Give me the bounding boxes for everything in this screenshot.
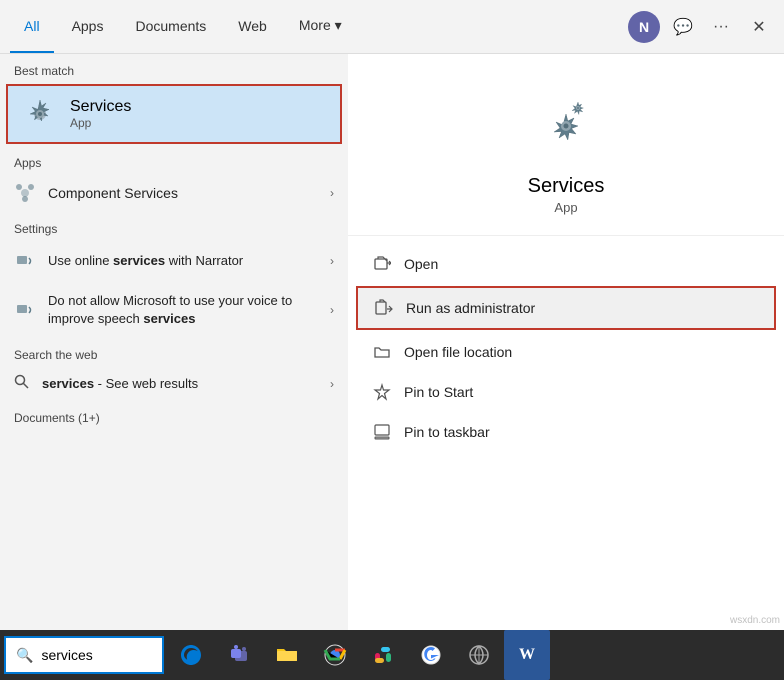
right-app-title: Services [528,175,605,198]
right-panel: Services App Open [348,54,784,630]
services-app-icon [22,96,58,132]
pin-to-start-label: Pin to Start [404,384,473,400]
settings-label: Settings [0,212,348,240]
open-file-location-action[interactable]: Open file location [348,332,784,372]
narrator-label: Use online services with Narrator [48,252,318,270]
tab-all[interactable]: All [10,0,54,53]
close-icon[interactable]: ✕ [744,12,774,42]
best-match-text: Services App [70,98,131,130]
speech-services-item[interactable]: Do not allow Microsoft to use your voice… [0,282,348,338]
slack-icon[interactable] [360,630,406,680]
open-file-location-icon [372,342,392,362]
narrator-icon [14,250,36,272]
right-app-subtitle: App [554,200,577,215]
taskbar: 🔍 W [0,630,784,680]
word-icon[interactable]: W [504,630,550,680]
open-icon [372,254,392,274]
apps-label: Apps [0,146,348,174]
component-services-icon [14,182,36,204]
pin-to-start-action[interactable]: Pin to Start [348,372,784,412]
taskbar-search-icon: 🔍 [16,647,33,664]
open-file-location-label: Open file location [404,344,512,360]
nav-icons: N 💬 ··· ✕ [628,11,774,43]
taskbar-search-box[interactable]: 🔍 [4,636,164,674]
tab-documents[interactable]: Documents [121,0,220,53]
search-web-query: services - See web results [42,376,198,391]
top-nav: All Apps Documents Web More ▾ N 💬 ··· ✕ [0,0,784,54]
run-as-admin-label: Run as administrator [406,300,535,316]
taskbar-search-input[interactable] [41,647,152,663]
edge-icon[interactable] [168,630,214,680]
component-services-chevron: › [330,186,334,200]
pin-to-taskbar-action[interactable]: Pin to taskbar [348,412,784,452]
google-icon[interactable] [408,630,454,680]
teams-icon[interactable] [216,630,262,680]
search-web-label: Search the web [0,338,348,366]
speech-label: Do not allow Microsoft to use your voice… [48,292,318,328]
pin-to-taskbar-label: Pin to taskbar [404,424,490,440]
open-label: Open [404,256,438,272]
component-services-item[interactable]: Component Services › [0,174,348,212]
speech-chevron: › [330,303,334,317]
tab-more[interactable]: More ▾ [285,0,356,53]
file-explorer-icon[interactable] [264,630,310,680]
left-panel: Best match Services App Apps [0,54,348,630]
services-gear-large-icon [534,94,598,163]
pin-to-taskbar-icon [372,422,392,442]
component-services-label: Component Services [48,185,318,201]
action-list: Open Run as administrator [348,236,784,460]
run-as-admin-action[interactable]: Run as administrator [356,286,776,330]
pin-to-start-icon [372,382,392,402]
tab-apps[interactable]: Apps [58,0,118,53]
search-web-icon [14,374,30,393]
right-top: Services App [348,54,784,236]
search-web-suffix: - See web results [94,376,198,391]
feedback-icon[interactable]: 💬 [668,12,698,42]
more-options-icon[interactable]: ··· [706,12,736,42]
narrator-services-item[interactable]: Use online services with Narrator › [0,240,348,282]
best-match-subtitle: App [70,116,131,130]
speech-icon [14,299,36,321]
open-action[interactable]: Open [348,244,784,284]
run-as-admin-icon [374,298,394,318]
main-container: Best match Services App Apps [0,54,784,630]
tab-web[interactable]: Web [224,0,281,53]
best-match-title: Services [70,98,131,116]
narrator-chevron: › [330,254,334,268]
docs-label: Documents (1+) [0,401,348,431]
search-web-chevron: › [330,377,334,391]
chrome-icon[interactable] [312,630,358,680]
best-match-item[interactable]: Services App [6,84,342,144]
search-web-item[interactable]: services - See web results › [0,366,348,401]
best-match-label: Best match [0,54,348,82]
network-icon[interactable] [456,630,502,680]
taskbar-icons: W [168,630,550,680]
avatar[interactable]: N [628,11,660,43]
